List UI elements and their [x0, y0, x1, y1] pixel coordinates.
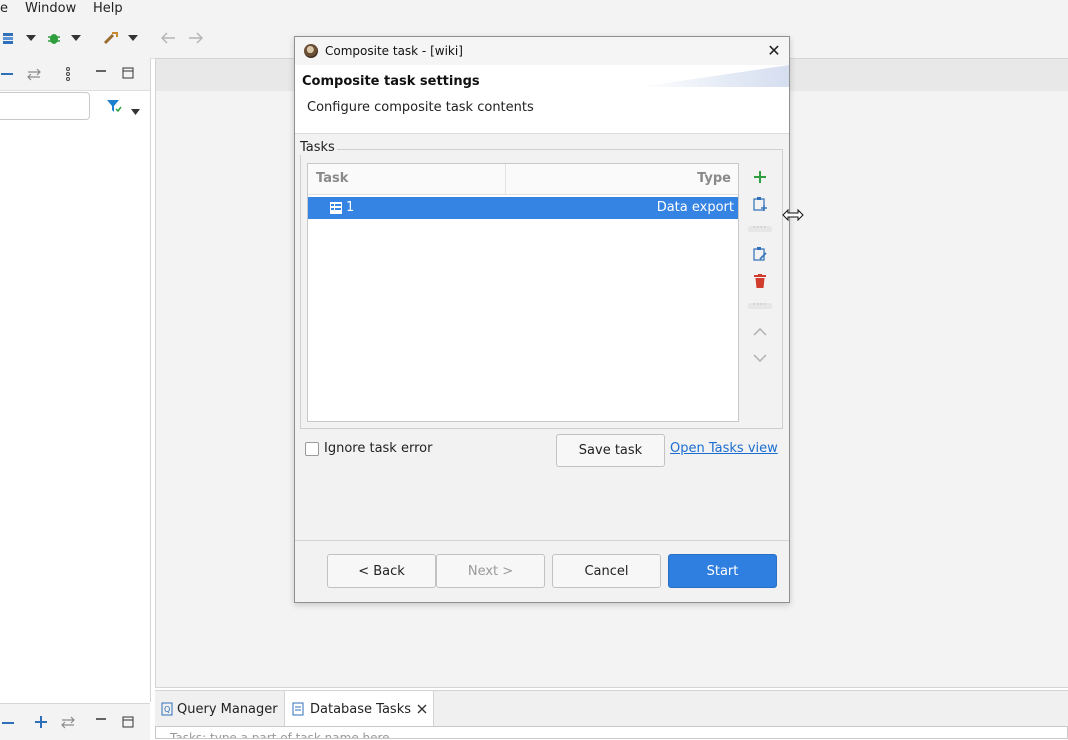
cancel-button[interactable]: Cancel	[552, 554, 661, 588]
open-tasks-view-link[interactable]: Open Tasks view	[670, 441, 778, 456]
chevron-down-icon[interactable]	[25, 30, 37, 46]
debug-icon[interactable]	[46, 30, 62, 46]
chevron-down-icon[interactable]	[70, 30, 82, 46]
tab-query-manager[interactable]: Q Query Manager	[161, 691, 278, 727]
tab-query-manager-label: Query Manager	[177, 701, 278, 717]
collapse-all-icon[interactable]	[2, 717, 16, 732]
task-icon	[330, 202, 342, 214]
database-tasks-icon	[291, 702, 305, 716]
resize-cursor-icon	[782, 208, 804, 222]
tasks-group-label: Tasks	[300, 140, 337, 155]
maximize-icon[interactable]	[122, 716, 134, 732]
navigator-panel-header	[0, 58, 150, 91]
add-task-icon[interactable]	[751, 168, 769, 186]
minimize-icon[interactable]	[95, 66, 107, 82]
menu-window[interactable]: Window	[25, 0, 76, 18]
tools-icon[interactable]	[102, 30, 120, 46]
menu-help[interactable]: Help	[93, 0, 123, 18]
navigator-filter-input[interactable]	[0, 92, 90, 120]
maximize-icon[interactable]	[122, 67, 134, 83]
database-navigator-icon[interactable]	[0, 30, 16, 46]
tasks-filter-input[interactable]: Tasks: type a part of task name here	[155, 726, 1068, 739]
navigator-panel	[0, 58, 151, 702]
minimize-icon[interactable]	[95, 715, 107, 731]
link-editor-icon[interactable]	[60, 715, 76, 733]
chevron-down-icon[interactable]	[131, 104, 140, 119]
dialog-heading: Composite task settings	[302, 74, 480, 89]
ignore-task-error-label[interactable]: Ignore task error	[324, 441, 432, 456]
column-header-task[interactable]: Task	[316, 171, 348, 186]
back-navigation-icon[interactable]	[160, 30, 178, 46]
column-header-type[interactable]: Type	[697, 171, 731, 186]
banner-graphic	[639, 65, 789, 87]
menu-file[interactable]: e	[0, 0, 8, 18]
task-name-cell: 1	[346, 200, 355, 215]
column-divider[interactable]	[505, 164, 506, 194]
tasks-table[interactable]: Task Type 1 Data export	[307, 163, 739, 422]
close-icon[interactable]	[417, 704, 427, 714]
forward-navigation-icon[interactable]	[186, 30, 204, 46]
back-button[interactable]: < Back	[327, 554, 436, 588]
footer-divider	[295, 540, 789, 541]
dialog-banner: Composite task settings Configure compos…	[295, 65, 789, 134]
view-menu-icon[interactable]	[61, 66, 75, 86]
table-header: Task Type	[308, 164, 738, 195]
edit-task-icon[interactable]	[751, 245, 769, 263]
close-icon[interactable]: ✕	[765, 42, 783, 60]
chevron-down-icon[interactable]	[127, 30, 139, 46]
filter-icon[interactable]	[106, 99, 122, 117]
toolbar-separator: ····	[748, 224, 772, 232]
tab-database-tasks[interactable]: Database Tasks	[284, 691, 434, 727]
dialog-title: Composite task - [wiki]	[325, 44, 463, 58]
move-down-icon[interactable]	[751, 349, 769, 367]
next-button[interactable]: Next >	[436, 554, 545, 588]
save-task-button[interactable]: Save task	[556, 434, 665, 467]
move-up-icon[interactable]	[751, 323, 769, 341]
delete-task-icon[interactable]	[751, 272, 769, 290]
left-bottom-toolbar	[0, 703, 150, 740]
app-icon	[304, 44, 318, 58]
query-manager-icon: Q	[161, 702, 173, 716]
ignore-task-error-checkbox[interactable]	[305, 442, 319, 456]
link-editor-icon[interactable]	[26, 67, 42, 85]
start-button[interactable]: Start	[668, 554, 777, 588]
svg-text:Q: Q	[164, 705, 170, 714]
bottom-tab-strip: Q Query Manager Database Tasks	[155, 690, 1068, 727]
toolbar-separator: ····	[748, 301, 772, 309]
collapse-all-icon[interactable]	[0, 67, 14, 85]
add-existing-task-icon[interactable]	[751, 195, 769, 213]
table-row[interactable]: 1 Data export	[308, 197, 738, 219]
dialog-titlebar: Composite task - [wiki] ✕	[295, 37, 789, 65]
dialog-subheading: Configure composite task contents	[307, 100, 534, 115]
menubar: e Window Help	[0, 0, 1068, 18]
composite-task-dialog: Composite task - [wiki] ✕ Composite task…	[294, 36, 790, 603]
tab-database-tasks-label: Database Tasks	[310, 701, 411, 717]
task-type-cell: Data export	[656, 200, 734, 215]
expand-all-icon[interactable]	[34, 715, 48, 733]
